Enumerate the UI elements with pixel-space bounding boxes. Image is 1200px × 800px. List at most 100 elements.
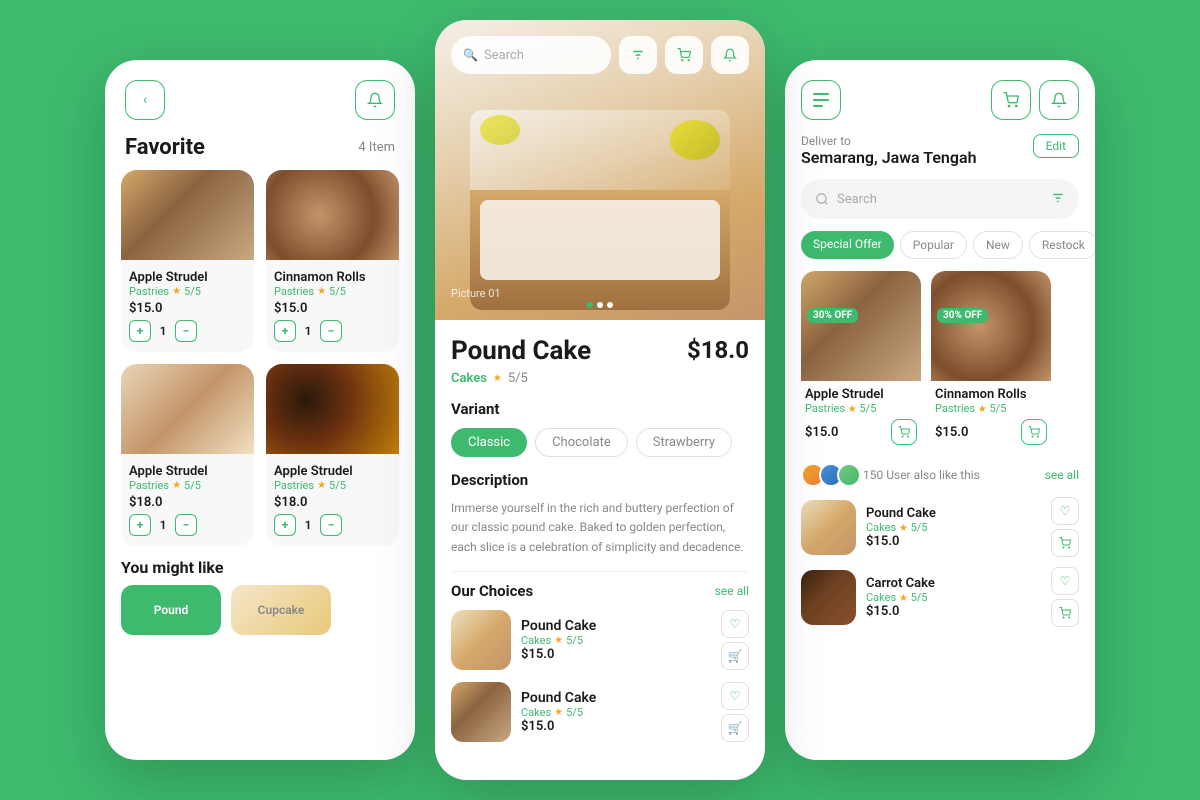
food-card: Apple Strudel Pastries ★ 5/5 $18.0 + 1 −: [121, 364, 254, 546]
filter-button[interactable]: [619, 36, 657, 74]
food-image: [266, 364, 399, 454]
qty-decrease[interactable]: +: [129, 320, 151, 342]
star-icon: ★: [899, 593, 908, 604]
favorites-grid: Apple Strudel Pastries ★ 5/5 $15.0 + 1 −: [105, 170, 415, 546]
qty-value: 1: [302, 518, 314, 532]
notification-button[interactable]: [1039, 80, 1079, 120]
right-icon-row: [991, 80, 1079, 120]
see-all-users[interactable]: see all: [1045, 468, 1079, 482]
page-indicator: [587, 302, 613, 308]
product-header: Pound Cake $18.0: [451, 336, 749, 367]
add-to-cart[interactable]: [1021, 419, 1047, 445]
user-avatar: [837, 463, 861, 487]
food-category: Pastries ★ 5/5: [274, 479, 391, 492]
food-price: $15.0: [274, 301, 391, 316]
variant-strawberry[interactable]: Strawberry: [636, 428, 732, 457]
qty-increase[interactable]: −: [175, 320, 197, 342]
notification-nav-button[interactable]: [711, 36, 749, 74]
variant-chocolate[interactable]: Chocolate: [535, 428, 628, 457]
add-to-cart[interactable]: [891, 419, 917, 445]
notification-button[interactable]: [355, 80, 395, 120]
choice-item: Pound Cake Cakes ★ 5/5 $15.0 ♡ 🛒: [451, 682, 749, 742]
qty-decrease[interactable]: +: [274, 320, 296, 342]
add-to-cart-button[interactable]: [1051, 599, 1079, 627]
food-name: Cinnamon Rolls: [274, 270, 391, 285]
choice-name: Pound Cake: [521, 618, 711, 634]
hamburger-line: [813, 99, 829, 101]
edit-address-button[interactable]: Edit: [1033, 134, 1079, 158]
star-icon: ★: [172, 480, 181, 491]
qty-control: + 1 −: [129, 514, 246, 536]
qty-decrease[interactable]: +: [129, 514, 151, 536]
see-all-button[interactable]: see all: [715, 584, 749, 598]
user-avatars: [801, 463, 855, 487]
favorite-button[interactable]: ♡: [721, 610, 749, 638]
favorite-button[interactable]: ♡: [721, 682, 749, 710]
cart-button[interactable]: [991, 80, 1031, 120]
left-nav: ‹: [105, 60, 415, 130]
rating: 5/5: [184, 479, 201, 492]
favorite-button[interactable]: ♡: [1051, 497, 1079, 525]
product-card: 30% OFF Cinnamon Rolls Pastries ★ 5/5 $1…: [931, 271, 1051, 451]
cat-label: Cakes: [866, 521, 896, 534]
product-rating: 5/5: [508, 371, 528, 386]
star-icon: ★: [172, 286, 181, 297]
food-price: $15.0: [129, 301, 246, 316]
choice-image: [451, 610, 511, 670]
liked-cat: Cakes ★ 5/5: [866, 521, 1041, 534]
choice-info: Pound Cake Cakes ★ 5/5 $15.0: [521, 618, 711, 662]
price-row: $15.0: [805, 419, 917, 445]
liked-name: Carrot Cake: [866, 576, 1041, 591]
variant-label: Variant: [451, 400, 749, 418]
liked-price: $15.0: [866, 604, 1041, 619]
qty-increase[interactable]: −: [175, 514, 197, 536]
category-label: Pastries: [129, 479, 169, 492]
deliver-info: Deliver to Semarang, Jawa Tengah: [801, 134, 977, 167]
favorite-button[interactable]: ♡: [1051, 567, 1079, 595]
liked-item: Pound Cake Cakes ★ 5/5 $15.0 ♡: [801, 497, 1079, 557]
favorites-screen: ‹ Favorite 4 Item Apple Strudel Pastries: [105, 60, 415, 760]
star-icon: ★: [317, 286, 326, 297]
back-button[interactable]: ‹: [125, 80, 165, 120]
rating: 5/5: [990, 402, 1007, 415]
variant-classic[interactable]: Classic: [451, 428, 527, 457]
divider: [451, 571, 749, 572]
liked-price: $15.0: [866, 534, 1041, 549]
mini-card-label: Pound: [154, 603, 189, 617]
add-to-cart-button[interactable]: 🛒: [721, 642, 749, 670]
cat-label: Cakes: [866, 591, 896, 604]
add-to-cart-button[interactable]: [1051, 529, 1079, 557]
choice-price: $15.0: [521, 719, 711, 734]
liked-info: Pound Cake Cakes ★ 5/5 $15.0: [866, 506, 1041, 549]
add-to-cart-button[interactable]: 🛒: [721, 714, 749, 742]
filter-chip-popular[interactable]: Popular: [900, 231, 967, 259]
filter-icon[interactable]: [1051, 190, 1065, 209]
users-count: 150: [863, 468, 883, 482]
filter-chip-restock[interactable]: Restock: [1029, 231, 1095, 259]
qty-increase[interactable]: −: [320, 320, 342, 342]
picture-label: Picture 01: [451, 287, 501, 300]
liked-items: Pound Cake Cakes ★ 5/5 $15.0 ♡: [785, 497, 1095, 627]
food-price: $18.0: [129, 495, 246, 510]
description-text: Immerse yourself in the rich and buttery…: [451, 499, 749, 557]
food-card: Cinnamon Rolls Pastries ★ 5/5 $15.0 + 1 …: [266, 170, 399, 352]
qty-value: 1: [302, 324, 314, 338]
choice-cat-label: Cakes: [521, 634, 551, 647]
filter-chip-new[interactable]: New: [973, 231, 1023, 259]
star-icon: ★: [848, 404, 857, 415]
filter-chip-special[interactable]: Special Offer: [801, 231, 894, 259]
search-bar[interactable]: 🔍 Search: [451, 36, 611, 74]
qty-decrease[interactable]: +: [274, 514, 296, 536]
mini-card-cupcake[interactable]: Cupcake: [231, 585, 331, 635]
category-label: Pastries: [274, 285, 314, 298]
search-bar-right[interactable]: Search: [801, 179, 1079, 219]
variant-row: Classic Chocolate Strawberry: [451, 428, 749, 457]
mini-card-pound[interactable]: Pound: [121, 585, 221, 635]
qty-value: 1: [157, 518, 169, 532]
qty-increase[interactable]: −: [320, 514, 342, 536]
cart-nav-button[interactable]: [665, 36, 703, 74]
qty-value: 1: [157, 324, 169, 338]
menu-button[interactable]: [801, 80, 841, 120]
liked-actions: ♡: [1051, 567, 1079, 627]
category-label: Pastries: [274, 479, 314, 492]
